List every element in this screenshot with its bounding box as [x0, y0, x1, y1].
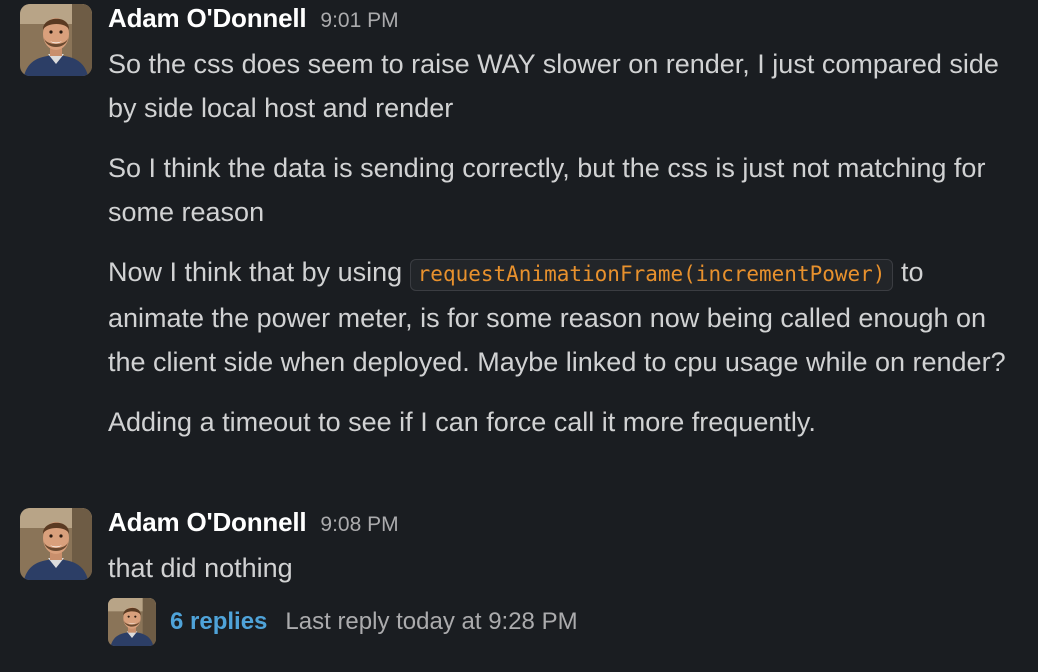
replies-link[interactable]: 6 replies — [170, 608, 267, 636]
message-paragraph: So the css does seem to raise WAY slower… — [108, 49, 999, 123]
message-body: that did nothing — [108, 546, 1023, 590]
timestamp[interactable]: 9:08 PM — [320, 513, 398, 536]
message-paragraph: So I think the data is sending correctly… — [108, 153, 986, 227]
avatar[interactable] — [20, 508, 92, 580]
message-body: So the css does seem to raise WAY slower… — [108, 42, 1023, 444]
message-paragraph: that did nothing — [108, 553, 293, 583]
paragraph-text: Now I think that by using — [108, 257, 410, 287]
message-header: Adam O'Donnell 9:08 PM — [108, 507, 399, 538]
last-reply-text: Last reply today at 9:28 PM — [285, 608, 578, 635]
avatar-photo-icon — [108, 598, 156, 646]
timestamp[interactable]: 9:01 PM — [320, 9, 398, 32]
avatar[interactable] — [20, 4, 92, 76]
message-paragraph: Now I think that by using requestAnimati… — [108, 250, 1023, 384]
inline-code: requestAnimationFrame(incrementPower) — [409, 259, 894, 291]
message-paragraph: Adding a timeout to see if I can force c… — [108, 407, 816, 437]
author-name[interactable]: Adam O'Donnell — [108, 507, 307, 537]
thread-summary[interactable]: 6 replies Last reply today at 9:28 PM — [108, 598, 578, 646]
avatar-photo-icon — [20, 508, 92, 580]
avatar-photo-icon — [20, 4, 92, 76]
thread-avatar — [108, 598, 156, 646]
message-header: Adam O'Donnell 9:01 PM — [108, 3, 399, 34]
author-name[interactable]: Adam O'Donnell — [108, 3, 307, 33]
